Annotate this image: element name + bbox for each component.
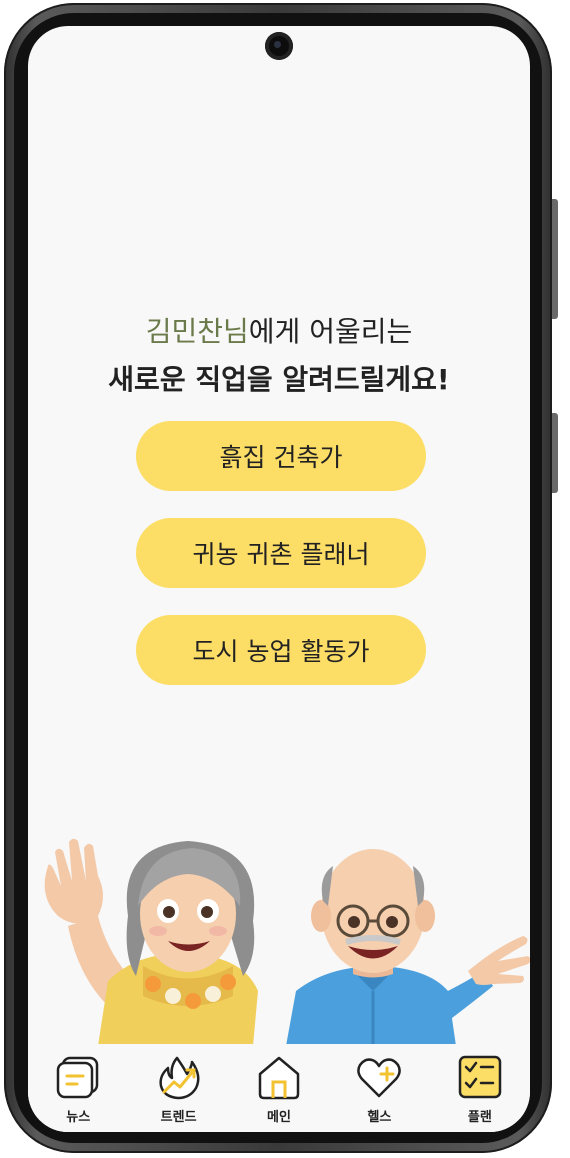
headline-emphasis: 새로운 직업 [108,363,247,396]
headline-text-2: 을 알려드릴게요! [246,363,450,396]
recommendation-headline: 김민찬님에게 어울리는 새로운 직업을 알려드릴게요! [28,308,530,404]
nav-item-main[interactable]: 메인 [229,1044,329,1132]
trend-icon [159,1056,200,1100]
nav-item-news[interactable]: 뉴스 [28,1044,128,1132]
home-icon [258,1056,300,1100]
nav-label-news: 뉴스 [66,1110,91,1125]
seniors-illustration [44,838,530,1044]
nav-label-trend: 트렌드 [160,1110,197,1125]
nav-label-health: 헬스 [367,1110,392,1125]
nav-item-health[interactable]: 헬스 [329,1044,429,1132]
volume-button [552,199,558,319]
front-camera [265,32,293,60]
job-button-urban-farming[interactable]: 도시 농업 활동가 [136,615,426,685]
nav-label-plan: 플랜 [467,1110,492,1125]
headline-text-1: 에게 어울리는 [248,315,413,348]
headline-line-2: 새로운 직업을 알려드릴게요! [28,356,530,404]
user-name: 김민찬님 [145,315,249,348]
nav-label-main: 메인 [267,1110,291,1125]
grandfather-avatar [286,849,530,1044]
headline-line-1: 김민찬님에게 어울리는 [28,308,530,356]
power-button [552,413,558,493]
nav-item-trend[interactable]: 트렌드 [128,1044,228,1132]
job-button-rural-planner[interactable]: 귀농 귀촌 플래너 [136,518,426,588]
job-button-earth-house-architect[interactable]: 흙집 건축가 [136,421,426,491]
grandmother-avatar [44,838,258,1044]
heart-plus-icon [357,1058,402,1098]
screen: 김민찬님에게 어울리는 새로운 직업을 알려드릴게요! 흙집 건축가 귀농 귀촌… [28,26,530,1132]
nav-item-plan[interactable]: 플랜 [430,1044,530,1132]
plan-checklist-icon [458,1055,502,1099]
news-icon [56,1056,99,1099]
bottom-navigation: 뉴스 트렌드 메인 헬스 플랜 [28,1044,530,1132]
